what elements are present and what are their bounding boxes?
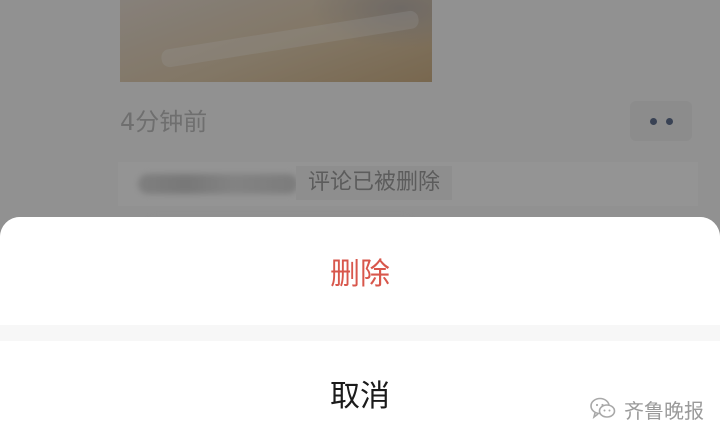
cancel-button[interactable]: 取消 [0, 341, 720, 440]
moments-screen: 4分钟前 评论已被删除 删除 取消 齐鲁晚报 [0, 0, 720, 440]
watermark: 齐鲁晚报 [590, 396, 704, 423]
delete-button[interactable]: 删除 [0, 217, 720, 325]
watermark-text: 齐鲁晚报 [624, 398, 704, 423]
wechat-icon [590, 397, 616, 421]
